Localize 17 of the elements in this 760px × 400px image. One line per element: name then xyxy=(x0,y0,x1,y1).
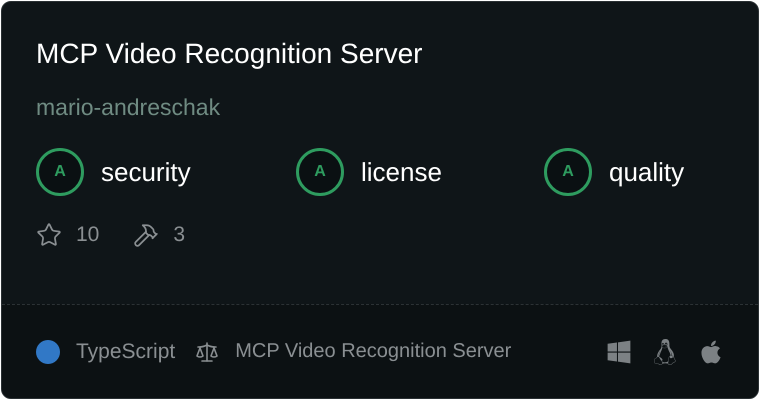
score-label: security xyxy=(101,156,191,188)
server-title: MCP Video Recognition Server xyxy=(36,37,424,71)
scale-icon xyxy=(195,340,220,364)
author-link[interactable]: mario-andreschak xyxy=(36,92,220,122)
language-label: TypeScript xyxy=(76,340,176,364)
star-icon xyxy=(36,222,62,248)
grade-badge: A xyxy=(544,148,592,196)
hammer-icon xyxy=(133,222,160,248)
license-label: MCP Video Recognition Server xyxy=(235,340,512,363)
tool-count: 3 xyxy=(173,223,186,247)
grade-badge: A xyxy=(296,148,344,196)
linux-icon xyxy=(652,338,678,364)
star-count: 10 xyxy=(76,223,100,247)
score-label: license xyxy=(361,156,442,188)
windows-icon xyxy=(606,338,632,364)
score-label: quality xyxy=(609,156,684,188)
grade-badge: A xyxy=(36,148,84,196)
